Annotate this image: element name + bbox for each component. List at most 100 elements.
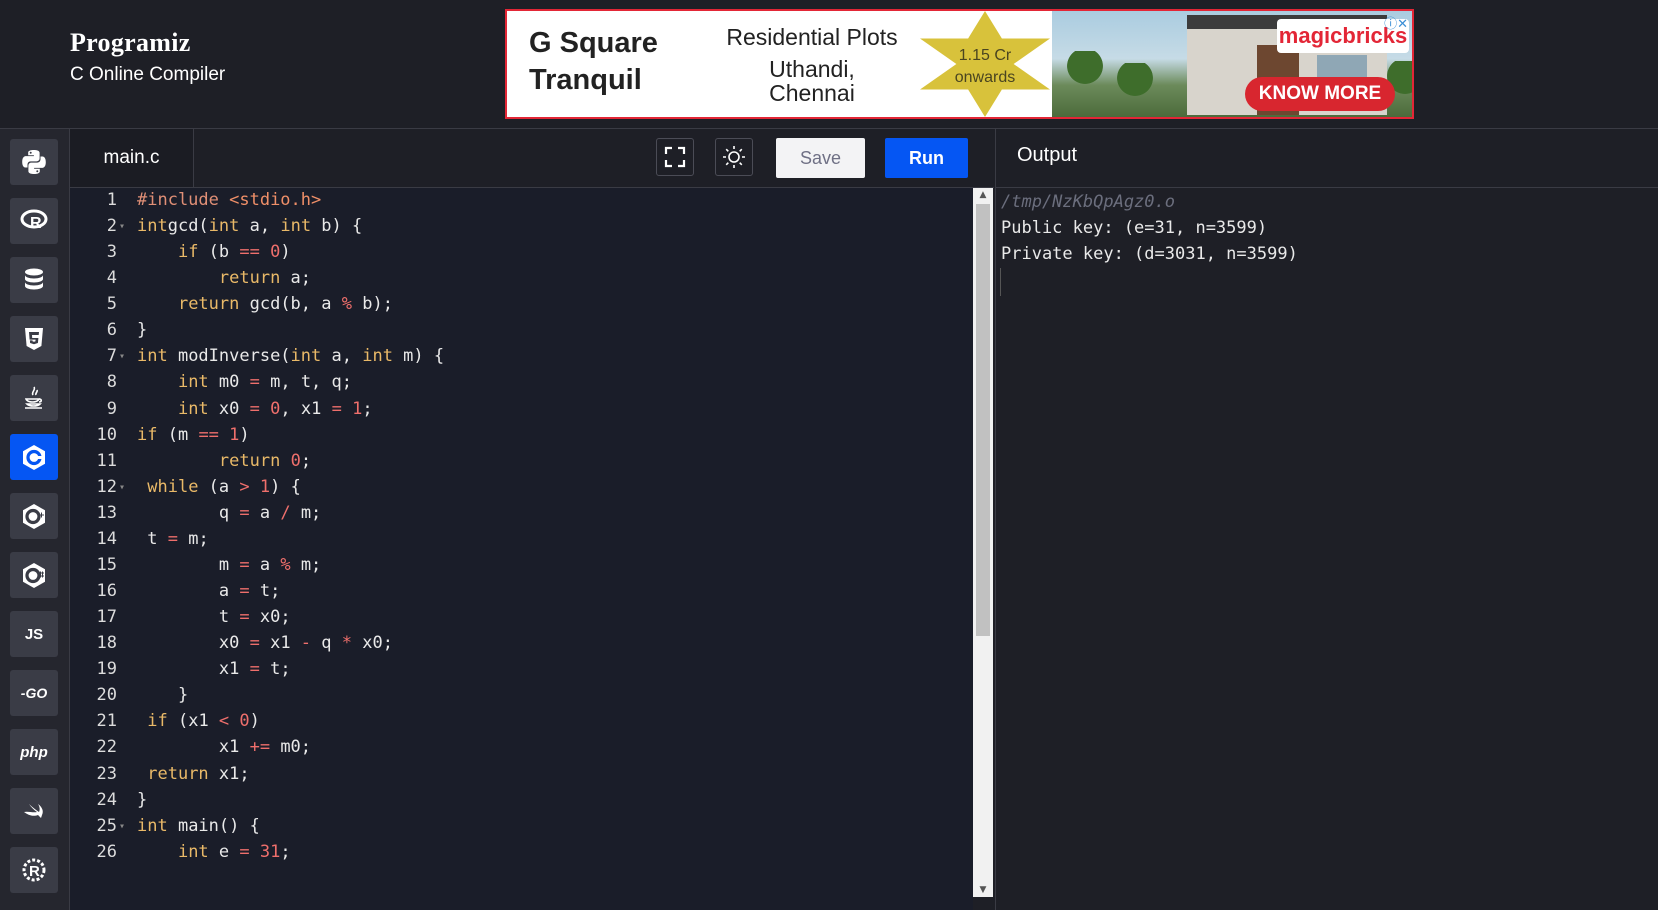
javascript-language-button[interactable]: JS: [10, 611, 58, 657]
code-text: int e = 31;: [177, 841, 291, 862]
output-console[interactable]: /tmp/NzKbQpAgz0.o Public key: (e=31, n=35…: [995, 188, 1658, 910]
python-language-button[interactable]: [10, 139, 58, 185]
svg-text:R: R: [30, 215, 42, 232]
c-language-button[interactable]: [10, 434, 58, 480]
code-text: m = a % m;: [137, 554, 322, 575]
editor-toolbar: main.c Save Run: [70, 129, 994, 188]
scroll-down-arrow-icon[interactable]: ▼: [973, 883, 993, 897]
swift-language-button[interactable]: [10, 788, 58, 834]
code-line[interactable]: 20 }: [70, 682, 973, 710]
code-text: int m0 = m, t, q;: [177, 372, 352, 393]
code-text: x1 = t;: [137, 659, 291, 680]
fold-arrow-icon[interactable]: ▾: [119, 813, 125, 841]
line-number: 15: [96, 554, 117, 575]
line-number: 25: [96, 815, 117, 836]
line-number: 6: [106, 320, 117, 341]
code-line[interactable]: 5 return gcd(b, a % b);: [70, 291, 973, 319]
line-number: 17: [96, 607, 117, 628]
code-line[interactable]: 9 int x0 = 0, x1 = 1;: [70, 396, 973, 424]
html-language-button[interactable]: [10, 316, 58, 362]
sql-language-button[interactable]: [10, 257, 58, 303]
line-number: 20: [96, 685, 117, 706]
code-text: int main() {: [137, 815, 260, 836]
code-text: x1 += m0;: [137, 737, 312, 758]
code-line[interactable]: 24}: [70, 787, 973, 815]
line-number: 16: [96, 581, 117, 602]
code-text: x0 = x1 - q * x0;: [137, 633, 393, 654]
terminal-cursor: [1000, 268, 1001, 296]
code-line[interactable]: 12 ▾ while (a > 1) {: [70, 474, 973, 502]
rust-language-button[interactable]: R: [10, 847, 58, 893]
csharp-language-button[interactable]: [10, 552, 58, 598]
code-line[interactable]: 17 t = x0;: [70, 604, 973, 632]
tab-main-c[interactable]: main.c: [70, 129, 194, 187]
code-text: if (x1 < 0): [147, 711, 260, 732]
code-line[interactable]: 22 x1 += m0;: [70, 734, 973, 762]
code-line[interactable]: 3 if (b == 0): [70, 239, 973, 267]
code-line[interactable]: 16 a = t;: [70, 578, 973, 606]
line-number: 18: [96, 633, 117, 654]
fullscreen-button[interactable]: [656, 138, 694, 176]
swift-icon: [24, 804, 43, 818]
rust-icon: R: [22, 858, 46, 882]
code-line[interactable]: 25 ▾ int main() {: [70, 813, 973, 841]
code-line[interactable]: 18 x0 = x1 - q * x0;: [70, 630, 973, 658]
editor-scrollbar[interactable]: ▲ ▼: [973, 188, 993, 897]
php-language-button[interactable]: php: [10, 729, 58, 775]
line-number: 3: [106, 242, 117, 263]
code-line[interactable]: 11 return 0;: [70, 448, 973, 476]
line-number: 12: [96, 476, 117, 497]
c-language-icon: [23, 445, 45, 470]
scroll-up-arrow-icon[interactable]: ▲: [973, 188, 993, 202]
know-more-button[interactable]: KNOW MORE: [1245, 77, 1395, 111]
code-line[interactable]: 13 q = a / m;: [70, 500, 973, 528]
line-number: 26: [96, 841, 117, 862]
scrollbar-thumb[interactable]: [976, 204, 990, 636]
save-button[interactable]: Save: [776, 138, 865, 178]
code-line[interactable]: 26 int e = 31;: [70, 839, 973, 867]
cpp-language-button[interactable]: [10, 493, 58, 539]
code-line[interactable]: 14 t = m;: [70, 526, 973, 554]
code-line[interactable]: 21 if (x1 < 0): [70, 708, 973, 736]
fold-arrow-icon[interactable]: ▾: [119, 213, 125, 241]
code-text: if (b == 0): [177, 242, 291, 263]
brand[interactable]: Programiz C Online Compiler: [70, 28, 225, 86]
ad-banner[interactable]: G Square Tranquil Residential Plots Utha…: [505, 9, 1414, 119]
fold-arrow-icon[interactable]: ▾: [119, 474, 125, 502]
output-line: Public key: (e=31, n=3599): [1001, 218, 1268, 238]
database-icon: [25, 268, 43, 290]
code-line[interactable]: 15 m = a % m;: [70, 552, 973, 580]
code-line[interactable]: 6}: [70, 317, 973, 345]
code-text: int x0 = 0, x1 = 1;: [177, 398, 373, 419]
csharp-icon: [23, 563, 45, 588]
code-editor[interactable]: 1 #include <stdio.h> 2 ▾ intgcd(int a, int b…: [70, 188, 973, 910]
top-header: Programiz C Online Compiler G Square Tra…: [0, 0, 1658, 129]
line-number: 7: [106, 346, 117, 367]
code-line[interactable]: 19 x1 = t;: [70, 656, 973, 684]
r-icon: R: [20, 209, 48, 232]
code-line[interactable]: 23 return x1;: [70, 761, 973, 789]
java-language-button[interactable]: [10, 375, 58, 421]
go-language-button[interactable]: - GO: [10, 670, 58, 716]
line-number: 22: [96, 737, 117, 758]
code-text: int modInverse(int a, int m) {: [137, 346, 445, 367]
java-icon: [24, 386, 43, 409]
run-button[interactable]: Run: [885, 138, 968, 178]
r-language-button[interactable]: R: [10, 198, 58, 244]
code-text: t = m;: [137, 528, 209, 549]
code-line[interactable]: 8 int m0 = m, t, q;: [70, 369, 973, 397]
code-line[interactable]: 1 #include <stdio.h>: [70, 188, 973, 215]
fold-arrow-icon[interactable]: ▾: [119, 343, 125, 371]
code-line[interactable]: 7 ▾ int modInverse(int a, int m) {: [70, 343, 973, 371]
theme-toggle-button[interactable]: [715, 138, 753, 176]
code-line[interactable]: 2 ▾ intgcd(int a, int b) {: [70, 213, 973, 241]
code-line[interactable]: 10 if (m == 1): [70, 422, 973, 450]
line-number: 5: [106, 294, 117, 315]
python-icon: [22, 150, 46, 174]
ad-close-icon[interactable]: ⓘ✕: [1384, 13, 1408, 32]
code-line[interactable]: 4 return a;: [70, 265, 973, 293]
programiz-logo[interactable]: Programiz: [70, 28, 225, 58]
svg-text:R: R: [29, 863, 40, 880]
output-title: Output: [1017, 144, 1078, 166]
palm-tree-image: [1067, 51, 1103, 101]
